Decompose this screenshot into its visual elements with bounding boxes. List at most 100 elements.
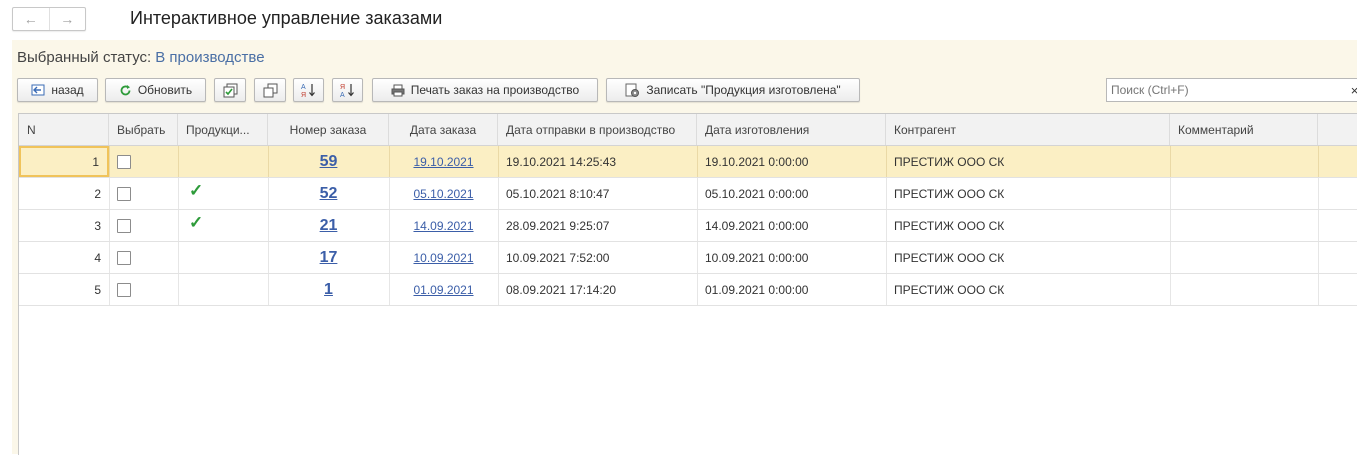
status-label: Выбранный статус: bbox=[17, 49, 152, 66]
cell-order-date: 14.09.2021 bbox=[389, 210, 498, 241]
order-date-link[interactable]: 19.10.2021 bbox=[413, 155, 473, 169]
order-date-link[interactable]: 10.09.2021 bbox=[413, 251, 473, 265]
table-row[interactable]: 2 ✓ 52 05.10.2021 05.10.2021 8:10:47 05.10.20… bbox=[19, 178, 1357, 210]
order-date-link[interactable]: 14.09.2021 bbox=[413, 219, 473, 233]
cell-order-date: 01.09.2021 bbox=[389, 274, 498, 305]
cell-made-date: 05.10.2021 0:00:00 bbox=[705, 186, 809, 201]
column-divider bbox=[1318, 274, 1319, 305]
uncheck-all-button[interactable] bbox=[254, 78, 286, 102]
order-number-link[interactable]: 1 bbox=[324, 281, 333, 299]
printer-icon bbox=[391, 84, 405, 97]
order-number-link[interactable]: 52 bbox=[320, 185, 338, 203]
cell-select bbox=[109, 242, 178, 273]
svg-text:Я: Я bbox=[301, 92, 306, 98]
order-number-link[interactable]: 17 bbox=[320, 249, 338, 267]
order-date-link[interactable]: 05.10.2021 bbox=[413, 187, 473, 201]
svg-text:А: А bbox=[340, 92, 345, 98]
cell-n: 4 bbox=[94, 250, 101, 265]
col-order-date[interactable]: Дата заказа bbox=[389, 114, 498, 145]
cell-comment bbox=[1170, 146, 1318, 177]
col-select[interactable]: Выбрать bbox=[109, 114, 178, 145]
status-line: Выбранный статус: В производстве bbox=[17, 49, 265, 66]
svg-text:А: А bbox=[301, 84, 306, 91]
column-divider bbox=[1318, 178, 1319, 209]
sort-desc-button[interactable]: ЯА bbox=[332, 78, 363, 102]
search-input[interactable] bbox=[1106, 78, 1357, 102]
cell-select bbox=[109, 146, 178, 177]
sort-asc-button[interactable]: АЯ bbox=[293, 78, 324, 102]
col-contractor[interactable]: Контрагент bbox=[886, 114, 1170, 145]
cell-contractor: ПРЕСТИЖ ООО СК bbox=[894, 250, 1005, 265]
back-button[interactable]: назад bbox=[17, 78, 98, 102]
cell-produced: ✓ bbox=[178, 178, 268, 209]
cell-order-number: 1 bbox=[268, 274, 389, 305]
cell-made-date: 19.10.2021 0:00:00 bbox=[705, 154, 809, 169]
cell-produced bbox=[178, 242, 268, 273]
cell-order-number: 59 bbox=[268, 146, 389, 177]
status-value[interactable]: В производстве bbox=[155, 49, 264, 66]
title-bar: ← → Интерактивное управление заказами bbox=[0, 0, 1357, 38]
select-checkbox[interactable] bbox=[117, 186, 131, 201]
check-all-icon bbox=[223, 83, 238, 98]
table-header: N Выбрать Продукци... Номер заказа Дата … bbox=[19, 114, 1357, 146]
cell-contractor: ПРЕСТИЖ ООО СК bbox=[894, 282, 1005, 297]
sort-descending-icon: ЯА bbox=[340, 82, 356, 98]
gear-document-icon bbox=[625, 83, 640, 98]
order-date-link[interactable]: 01.09.2021 bbox=[413, 283, 473, 297]
cell-comment bbox=[1170, 178, 1318, 209]
table-row[interactable]: 1 59 19.10.2021 19.10.2021 14:25:43 19.10.20… bbox=[19, 146, 1357, 178]
cell-sent-date: 08.09.2021 17:14:20 bbox=[506, 282, 617, 297]
col-made-date[interactable]: Дата изготовления bbox=[697, 114, 886, 145]
select-checkbox[interactable] bbox=[117, 282, 131, 297]
cell-order-date: 10.09.2021 bbox=[389, 242, 498, 273]
cell-made-date: 10.09.2021 0:00:00 bbox=[705, 250, 809, 265]
print-production-order-button[interactable]: Печать заказ на производство bbox=[372, 78, 598, 102]
cell-contractor: ПРЕСТИЖ ООО СК bbox=[894, 218, 1005, 233]
cell-contractor: ПРЕСТИЖ ООО СК bbox=[894, 154, 1005, 169]
col-n[interactable]: N bbox=[19, 114, 109, 145]
column-divider bbox=[1318, 210, 1319, 241]
table-row[interactable]: 5 1 01.09.2021 08.09.2021 17:14:20 01.09.202… bbox=[19, 274, 1357, 306]
cell-select bbox=[109, 178, 178, 209]
refresh-icon bbox=[119, 84, 132, 97]
cell-sent-date: 28.09.2021 9:25:07 bbox=[506, 218, 610, 233]
record-produced-button[interactable]: Записать "Продукция изготовлена" bbox=[606, 78, 860, 102]
col-produced[interactable]: Продукци... bbox=[178, 114, 268, 145]
cell-order-number: 52 bbox=[268, 178, 389, 209]
cell-n: 3 bbox=[94, 218, 101, 233]
cell-comment bbox=[1170, 242, 1318, 273]
select-checkbox[interactable] bbox=[117, 250, 131, 265]
cell-comment bbox=[1170, 210, 1318, 241]
check-all-button[interactable] bbox=[214, 78, 246, 102]
cell-n: 5 bbox=[94, 282, 101, 297]
column-divider bbox=[1318, 146, 1319, 177]
search-clear-icon[interactable]: × bbox=[1347, 78, 1357, 102]
refresh-button[interactable]: Обновить bbox=[105, 78, 206, 102]
cell-made-date: 14.09.2021 0:00:00 bbox=[705, 218, 809, 233]
col-sent-date[interactable]: Дата отправки в производство bbox=[498, 114, 697, 145]
cell-produced bbox=[178, 146, 268, 177]
col-comment[interactable]: Комментарий bbox=[1170, 114, 1318, 145]
cell-order-date: 19.10.2021 bbox=[389, 146, 498, 177]
cell-n: 2 bbox=[94, 186, 101, 201]
print-label: Печать заказ на производство bbox=[410, 83, 580, 97]
orders-table: N Выбрать Продукци... Номер заказа Дата … bbox=[18, 113, 1357, 455]
checkmark-icon: ✓ bbox=[189, 181, 204, 200]
back-arrow-icon bbox=[31, 84, 45, 96]
forward-nav-button[interactable]: → bbox=[48, 8, 86, 30]
cell-order-number: 21 bbox=[268, 210, 389, 241]
cell-produced bbox=[178, 274, 268, 305]
table-row[interactable]: 3 ✓ 21 14.09.2021 28.09.2021 9:25:07 14.09.20… bbox=[19, 210, 1357, 242]
back-nav-button[interactable]: ← bbox=[13, 8, 49, 30]
order-number-link[interactable]: 59 bbox=[320, 153, 338, 171]
order-number-link[interactable]: 21 bbox=[320, 217, 338, 235]
table-row[interactable]: 4 17 10.09.2021 10.09.2021 7:52:00 10.09.202… bbox=[19, 242, 1357, 274]
col-order-number[interactable]: Номер заказа bbox=[268, 114, 389, 145]
cell-sent-date: 05.10.2021 8:10:47 bbox=[506, 186, 610, 201]
cell-n: 1 bbox=[19, 146, 109, 177]
back-label: назад bbox=[51, 83, 84, 97]
record-label: Записать "Продукция изготовлена" bbox=[646, 83, 841, 97]
select-checkbox[interactable] bbox=[117, 154, 131, 169]
select-checkbox[interactable] bbox=[117, 218, 131, 233]
page-title: Интерактивное управление заказами bbox=[130, 8, 443, 28]
